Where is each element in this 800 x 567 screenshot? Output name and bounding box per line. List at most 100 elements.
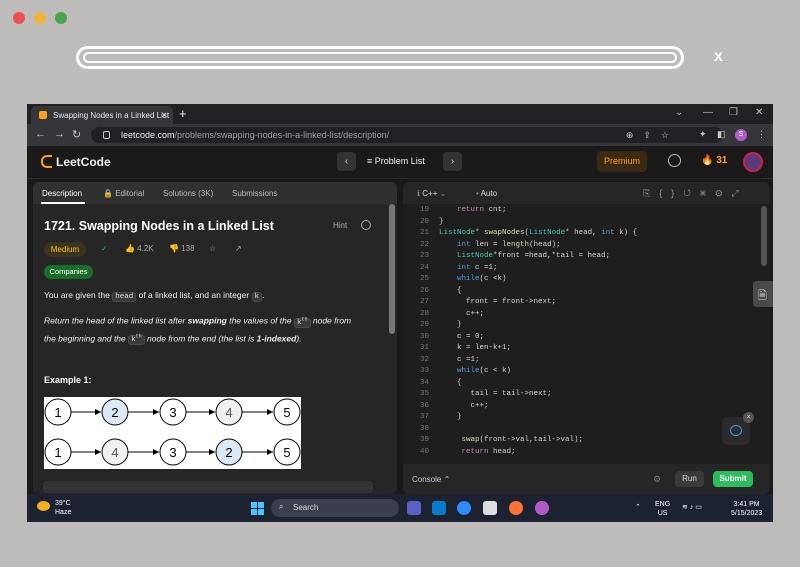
streak-counter[interactable]: 🔥 31 <box>701 155 727 166</box>
code-line[interactable]: 39 swap(front->val,tail->val); <box>403 436 770 448</box>
code-line[interactable]: 20} <box>403 218 770 230</box>
p2-text-a: Return the head of the linked list after <box>44 315 188 326</box>
description-scrollbar[interactable] <box>389 204 395 334</box>
list-node-r1-5: 5 <box>273 398 301 426</box>
language-select[interactable]: ℹ C++ ⌄ <box>417 189 446 198</box>
tab-search-icon[interactable]: ⌄ <box>675 107 683 118</box>
line-number: 37 <box>419 413 429 421</box>
wifi-volume-battery-icons[interactable]: ≋ ♪ ▭ <box>682 503 702 512</box>
back-icon[interactable]: ← <box>35 128 46 140</box>
editor-scrollbar[interactable] <box>761 206 767 266</box>
code-line[interactable]: 25 while(c <k) <box>403 275 770 287</box>
code-area[interactable]: 19 return cnt; 20} 21 ListNode* swapNodes(L… <box>403 206 770 461</box>
tab-close-icon[interactable]: × <box>162 110 167 120</box>
tray-chevron-icon[interactable]: ⌃ <box>635 503 641 512</box>
window-close-dot[interactable] <box>13 12 25 24</box>
reload-icon[interactable]: ↻ <box>72 128 81 141</box>
star-icon[interactable]: ☆ <box>209 244 216 253</box>
share-icon[interactable]: ↗ <box>235 244 242 253</box>
chrome-app-icon[interactable] <box>535 501 549 515</box>
tab-description[interactable]: Description <box>42 189 82 198</box>
firefox-app-icon[interactable] <box>509 501 523 515</box>
windows-start-icon[interactable] <box>251 502 264 515</box>
tab-submissions[interactable]: Submissions <box>232 189 277 198</box>
tab-bar: Swapping Nodes in a Linked List × + ⌄ — … <box>27 104 773 124</box>
code-text: tail = tail->next; <box>439 390 552 398</box>
omnibox-actions[interactable]: ⊕⇪☆ <box>626 130 679 141</box>
outer-url-bar[interactable] <box>76 46 684 69</box>
lang-code: ENG <box>655 501 671 508</box>
code-line[interactable]: 30 c = 0; <box>403 333 770 345</box>
url-field[interactable]: leetcode.com/problems/swapping-nodes-in-… <box>91 127 723 143</box>
code-line[interactable]: 38 <box>403 425 770 437</box>
leetcode-logo[interactable]: LeetCode <box>41 155 111 169</box>
taskbar-search[interactable]: ⌕ Search <box>271 499 399 517</box>
dislikes-button[interactable]: 👎 138 <box>169 244 195 253</box>
next-problem-button[interactable]: › <box>443 152 462 171</box>
app-icon[interactable] <box>483 501 497 515</box>
code-line[interactable]: 26 { <box>403 287 770 299</box>
notes-float-button[interactable]: 🗎 <box>753 281 773 307</box>
code-line[interactable]: 33 while(c < k) <box>403 367 770 379</box>
forward-icon[interactable]: → <box>54 128 65 140</box>
list-node-r2-3: 3 <box>159 438 187 466</box>
clock[interactable]: 3:41 PM 5/15/2023 <box>731 500 762 518</box>
line-number: 35 <box>419 390 429 398</box>
vscode-app-icon[interactable] <box>432 501 446 515</box>
code-line[interactable]: 37 } <box>403 413 770 425</box>
more-options-icon[interactable] <box>361 220 371 230</box>
user-avatar[interactable] <box>743 152 763 172</box>
language-indicator[interactable]: ENG US <box>655 500 670 518</box>
line-number: 20 <box>419 217 429 226</box>
zoom-app-icon[interactable] <box>457 501 471 515</box>
likes-button[interactable]: 👍 4.2K <box>125 244 154 253</box>
teams-app-icon[interactable] <box>407 501 421 515</box>
p2-text-f: ). <box>296 333 302 343</box>
problem-list-button[interactable]: ≡ Problem List <box>367 156 425 166</box>
companies-tag[interactable]: Companies <box>44 265 93 279</box>
code-line[interactable]: 29 } <box>403 321 770 333</box>
code-line[interactable]: 31 k = len-k+1; <box>403 344 770 356</box>
profile-avatar[interactable]: S <box>735 129 747 141</box>
code-line[interactable]: 32 c =1; <box>403 356 770 368</box>
tab-editorial[interactable]: 🔒 Editorial <box>103 189 144 198</box>
hint-button[interactable]: Hint <box>333 221 347 230</box>
code-line[interactable]: 36 c++; <box>403 402 770 414</box>
submit-button[interactable]: Submit <box>713 471 753 487</box>
console-toggle[interactable]: Console ⌃ <box>412 475 450 484</box>
code-line[interactable]: 19 return cnt; <box>403 206 770 218</box>
outer-close-button[interactable]: x <box>714 48 723 66</box>
sidepanel-icon[interactable]: ◧ <box>717 129 726 140</box>
code-line[interactable]: 34 { <box>403 379 770 391</box>
code-line[interactable]: 23 ListNode*front =head,*tail = head; <box>403 252 770 264</box>
minimize-icon[interactable]: — <box>703 107 713 118</box>
extensions-icon[interactable]: ✦ <box>699 129 707 140</box>
code-line[interactable]: 22 int len = length(head); <box>403 241 770 253</box>
editor-action-icons[interactable]: ⎘{}↺⌘⚙⤢ <box>643 188 748 199</box>
premium-button[interactable]: Premium <box>597 151 647 172</box>
browser-tab[interactable]: Swapping Nodes in a Linked List × <box>31 106 173 124</box>
tab-solutions[interactable]: Solutions (3K) <box>163 189 213 198</box>
code-line[interactable]: 35 tail = tail->next; <box>403 390 770 402</box>
prev-problem-button[interactable]: ‹ <box>337 152 356 171</box>
code-line[interactable]: 40 return head; <box>403 448 770 460</box>
list-node-r2-5: 5 <box>273 438 301 466</box>
auto-mode[interactable]: • Auto <box>476 189 497 198</box>
code-line[interactable]: 24 int c =1; <box>403 264 770 276</box>
code-line[interactable]: 28 c++; <box>403 310 770 322</box>
line-number: 24 <box>419 263 429 272</box>
restore-icon[interactable]: ❐ <box>729 107 738 118</box>
weather-widget[interactable]: 39°C Haze <box>55 499 71 517</box>
code-line[interactable]: 21 ListNode* swapNodes(ListNode* head, in… <box>403 229 770 241</box>
run-button[interactable]: Run <box>675 471 704 487</box>
window-maximize-dot[interactable] <box>55 12 67 24</box>
chat-close-icon[interactable]: × <box>743 412 754 423</box>
code-line[interactable]: 27 front = front->next; <box>403 298 770 310</box>
close-window-icon[interactable]: ✕ <box>755 107 763 118</box>
menu-icon[interactable]: ⋮ <box>757 129 766 140</box>
line-number: 28 <box>419 309 429 318</box>
window-minimize-dot[interactable] <box>34 12 46 24</box>
timer-icon[interactable] <box>668 154 681 167</box>
new-tab-button[interactable]: + <box>179 106 187 121</box>
debug-icon[interactable]: ⚙ <box>653 474 661 485</box>
